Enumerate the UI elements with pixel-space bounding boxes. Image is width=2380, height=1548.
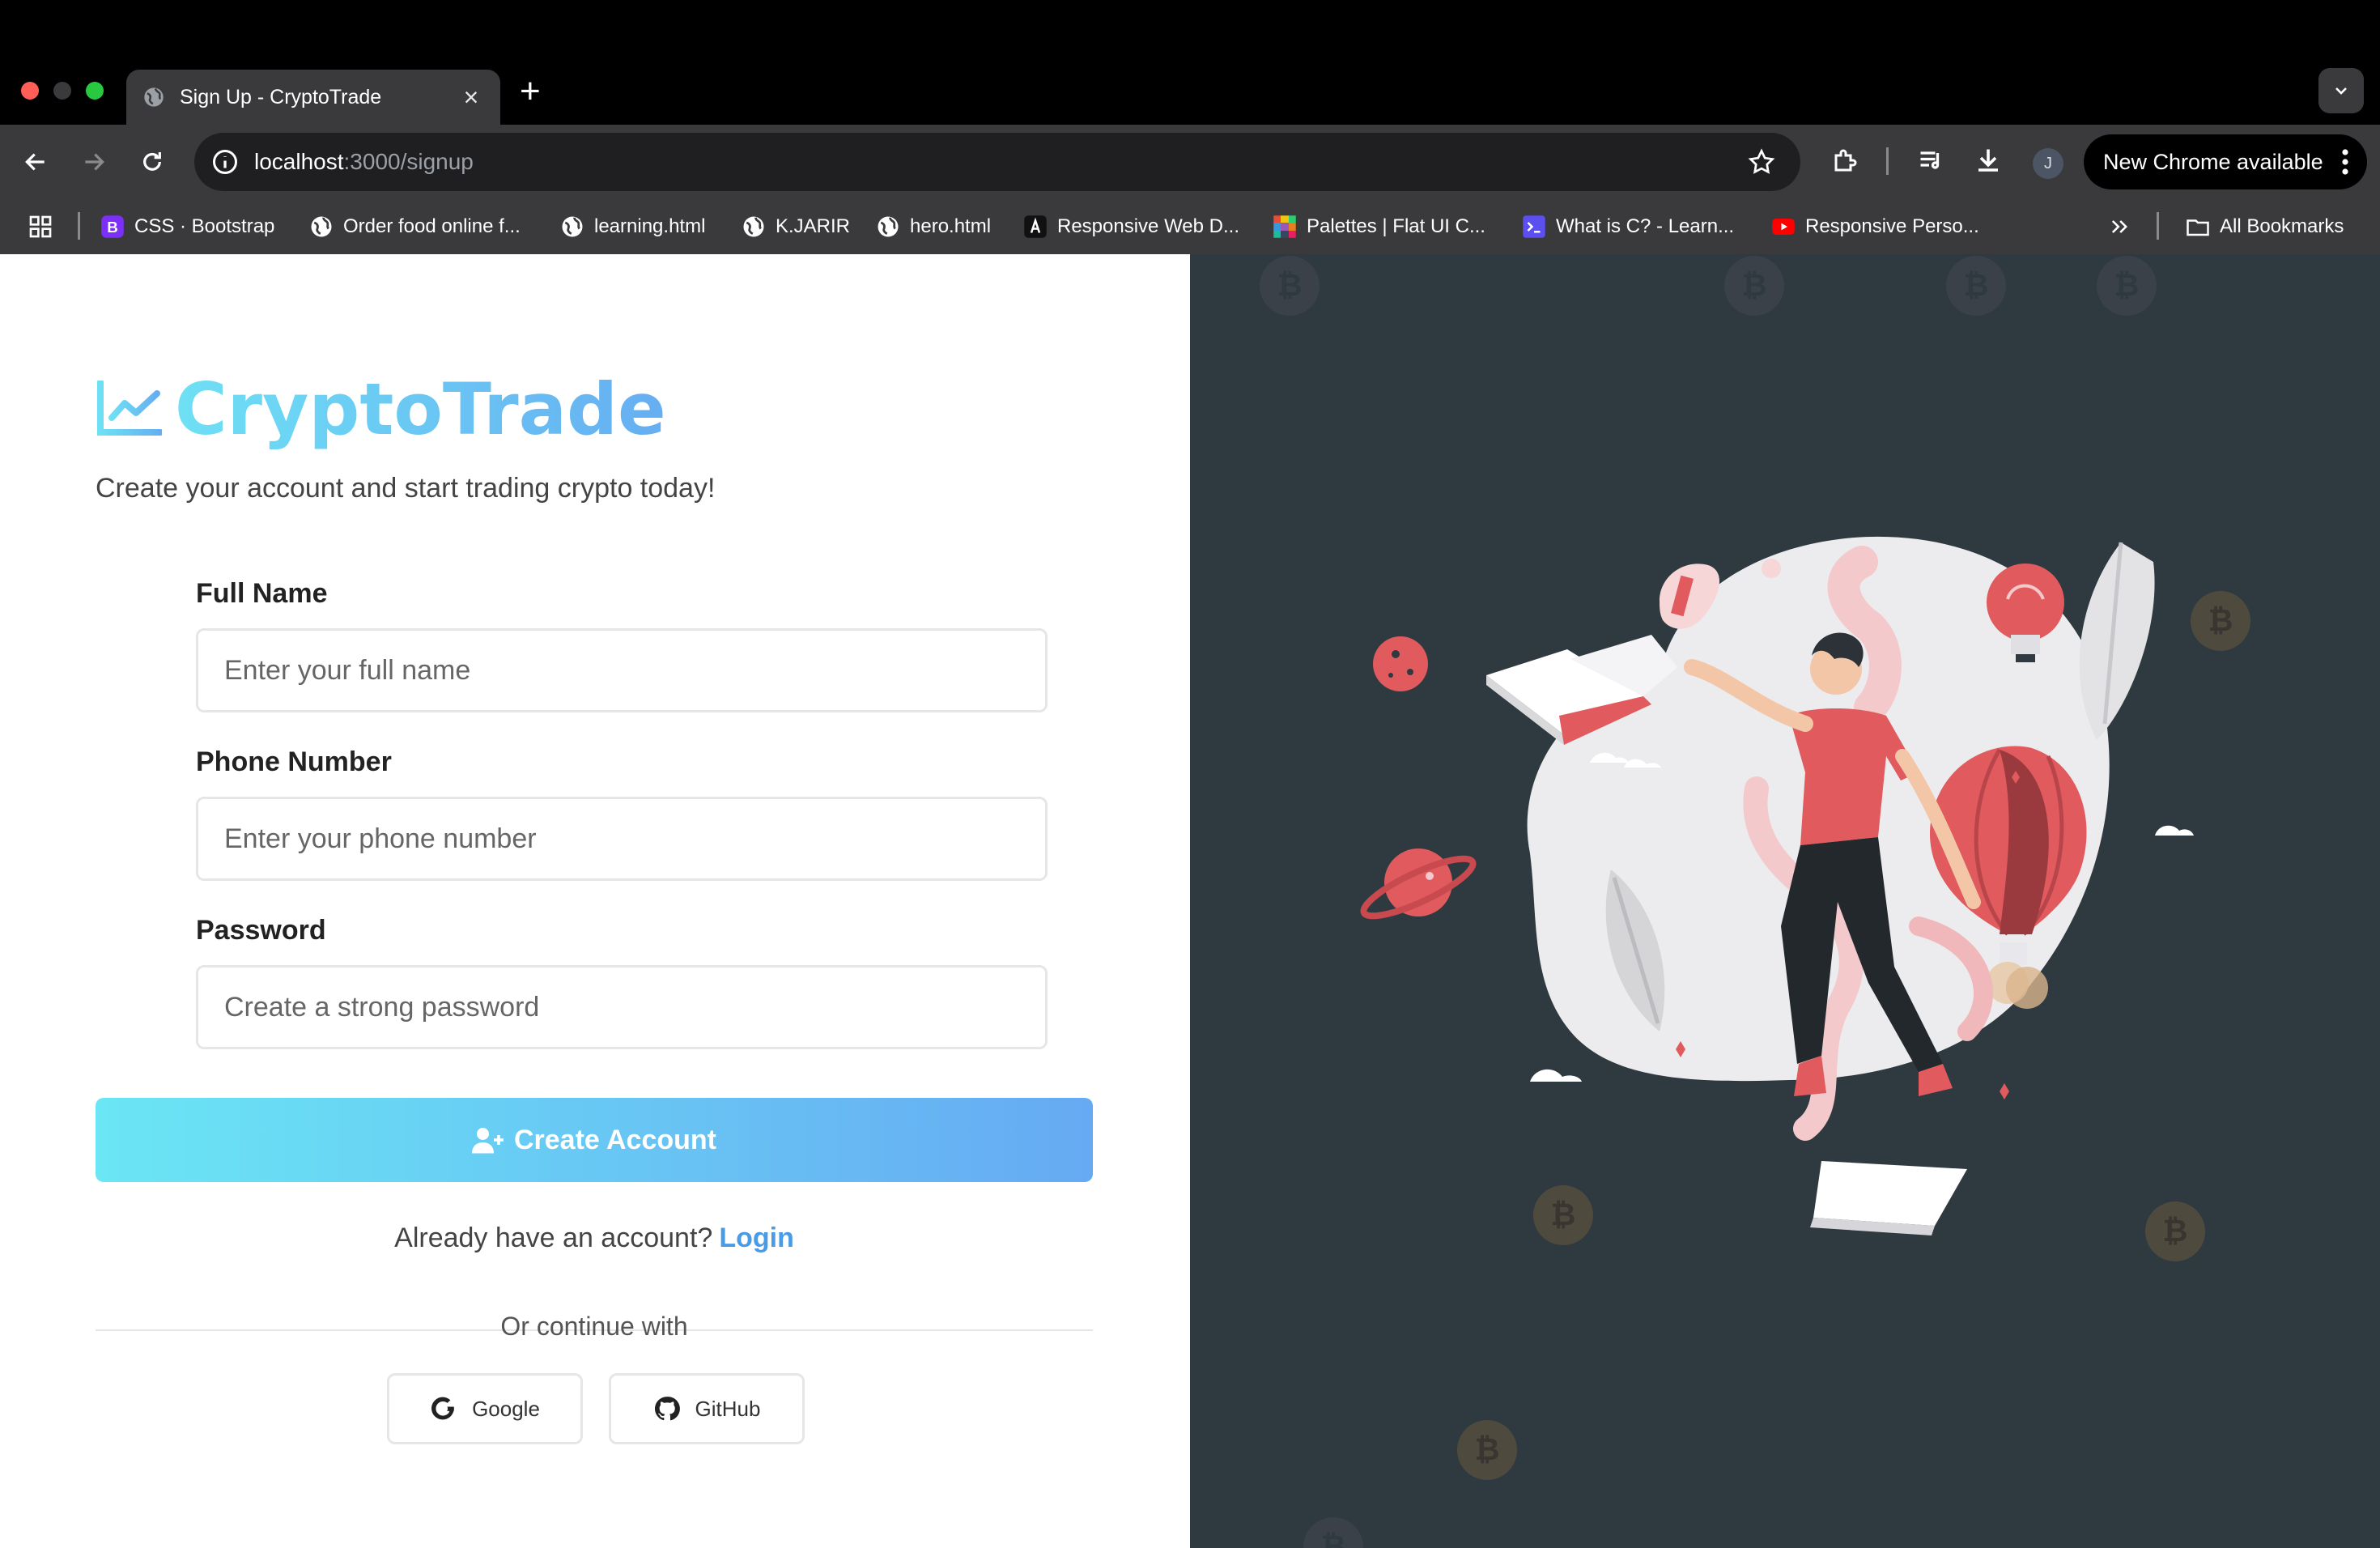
page-viewport: CryptoTrade Create your account and star…	[0, 254, 2380, 1548]
more-vertical-icon	[2342, 149, 2348, 175]
tab-search-button[interactable]	[2318, 68, 2364, 113]
bookmarks-separator	[2157, 212, 2159, 240]
folder-icon	[2186, 215, 2210, 239]
bookmark-item-what-is-c[interactable]: What is C? - Learn...	[1522, 213, 1734, 240]
playlist-icon	[1920, 151, 1940, 169]
download-icon	[1978, 149, 1998, 172]
bookmark-item-hero[interactable]: hero.html	[876, 213, 991, 240]
password-label: Password	[196, 915, 326, 946]
login-prompt: Already have an account? Login	[96, 1223, 1093, 1254]
google-login-button[interactable]: Google	[387, 1373, 583, 1444]
bookmark-label: Responsive Perso...	[1805, 215, 1979, 237]
bookmark-label: hero.html	[910, 215, 992, 237]
forward-button[interactable]	[78, 146, 110, 178]
full-name-input[interactable]	[196, 628, 1048, 712]
close-window-button[interactable]	[21, 82, 39, 100]
profile-avatar[interactable]: J	[2033, 148, 2063, 179]
globe-icon	[876, 215, 900, 239]
arrow-left-icon	[25, 153, 45, 171]
bookmark-label: Order food online f...	[343, 215, 521, 237]
downloads-button[interactable]	[1972, 144, 2004, 176]
reload-icon	[143, 152, 161, 171]
youtube-icon	[1771, 215, 1796, 239]
bookmark-item-responsive-web[interactable]: Responsive Web D...	[1023, 213, 1239, 240]
svg-text:B: B	[107, 219, 118, 236]
bookmark-item-palettes[interactable]: Palettes | Flat UI C...	[1273, 213, 1485, 240]
github-label: GitHub	[695, 1396, 761, 1421]
arrow-right-icon	[85, 153, 104, 171]
login-link[interactable]: Login	[719, 1223, 794, 1253]
bookmark-label: Responsive Web D...	[1057, 215, 1239, 237]
puzzle-icon	[1834, 149, 1857, 172]
apps-button[interactable]	[28, 213, 53, 240]
url-host: localhost	[254, 149, 344, 174]
github-login-button[interactable]: GitHub	[609, 1373, 805, 1444]
astronaut-illustration	[1360, 536, 2194, 1235]
url-path: :3000/signup	[343, 149, 474, 174]
brand-logo[interactable]: CryptoTrade	[96, 368, 666, 451]
minimize-window-button[interactable]	[53, 82, 71, 100]
illustration-panel: ₿ ₿ ₿ ₿ ₿ ₿ ₿ ₿ ₿	[1190, 254, 2380, 1548]
site-info-icon[interactable]	[210, 147, 240, 176]
globe-icon	[742, 215, 766, 239]
bookmark-label: What is C? - Learn...	[1556, 215, 1735, 237]
brand-name: CryptoTrade	[175, 368, 666, 451]
full-name-label: Full Name	[196, 578, 328, 609]
bookmark-label: Palettes | Flat UI C...	[1307, 215, 1485, 237]
signup-panel: CryptoTrade Create your account and star…	[0, 254, 1190, 1548]
globe-icon	[144, 87, 164, 107]
maximize-window-button[interactable]	[86, 82, 104, 100]
bookmark-label: learning.html	[594, 215, 706, 237]
create-account-button[interactable]: Create Account	[96, 1098, 1093, 1182]
toolbar-separator	[1886, 147, 1889, 175]
browser-tab-active[interactable]: Sign Up - CryptoTrade ×	[126, 70, 500, 125]
phone-number-input[interactable]	[196, 797, 1048, 881]
palette-icon	[1273, 215, 1297, 239]
globe-icon	[560, 215, 584, 239]
globe-icon	[309, 215, 334, 239]
bookmark-label: K.JARIR	[776, 215, 851, 237]
bookmark-item-bootstrap[interactable]: B CSS · Bootstrap	[100, 213, 274, 240]
all-bookmarks-button[interactable]: All Bookmarks	[2186, 213, 2344, 240]
or-continue-text: Or continue with	[500, 1312, 688, 1341]
back-button[interactable]	[19, 146, 52, 178]
bookmark-item-responsive-perso[interactable]: Responsive Perso...	[1771, 213, 1979, 240]
media-controls-button[interactable]	[1915, 144, 1948, 176]
bookmark-label: CSS · Bootstrap	[134, 215, 275, 237]
user-plus-icon	[471, 1125, 506, 1155]
have-account-text: Already have an account?	[394, 1223, 713, 1253]
github-icon	[653, 1395, 681, 1423]
address-bar[interactable]: localhost:3000/signup	[194, 133, 1800, 191]
chart-line-icon	[97, 380, 162, 436]
google-label: Google	[472, 1396, 540, 1421]
close-tab-icon[interactable]: ×	[458, 84, 484, 110]
update-label: New Chrome available	[2103, 149, 2323, 174]
bookmark-item-learning[interactable]: learning.html	[560, 213, 705, 240]
chrome-update-button[interactable]: New Chrome available	[2084, 134, 2367, 189]
reload-button[interactable]	[136, 146, 168, 178]
apps-grid-icon	[29, 215, 52, 238]
password-input[interactable]	[196, 965, 1048, 1049]
more-bookmarks-button[interactable]	[2108, 213, 2131, 240]
double-chevron-right-icon	[2111, 220, 2127, 233]
bookmark-item-order-food[interactable]: Order food online f...	[309, 213, 521, 240]
create-account-label: Create Account	[513, 1124, 717, 1155]
all-bookmarks-label: All Bookmarks	[2220, 215, 2344, 237]
tagline: Create your account and start trading cr…	[96, 473, 716, 504]
bookmark-star-icon[interactable]	[1747, 147, 1776, 176]
bookmark-item-kjarir[interactable]: K.JARIR	[742, 213, 850, 240]
phone-number-label: Phone Number	[196, 746, 392, 777]
bookmarks-separator	[78, 212, 80, 240]
new-tab-button[interactable]: +	[520, 71, 541, 112]
angular-icon	[1023, 215, 1048, 239]
bootstrap-icon: B	[100, 215, 125, 239]
chevron-down-icon	[2335, 87, 2347, 95]
tab-title: Sign Up - CryptoTrade	[180, 85, 382, 108]
google-icon	[430, 1395, 457, 1423]
terminal-icon	[1522, 215, 1546, 239]
extensions-button[interactable]	[1830, 144, 1862, 176]
